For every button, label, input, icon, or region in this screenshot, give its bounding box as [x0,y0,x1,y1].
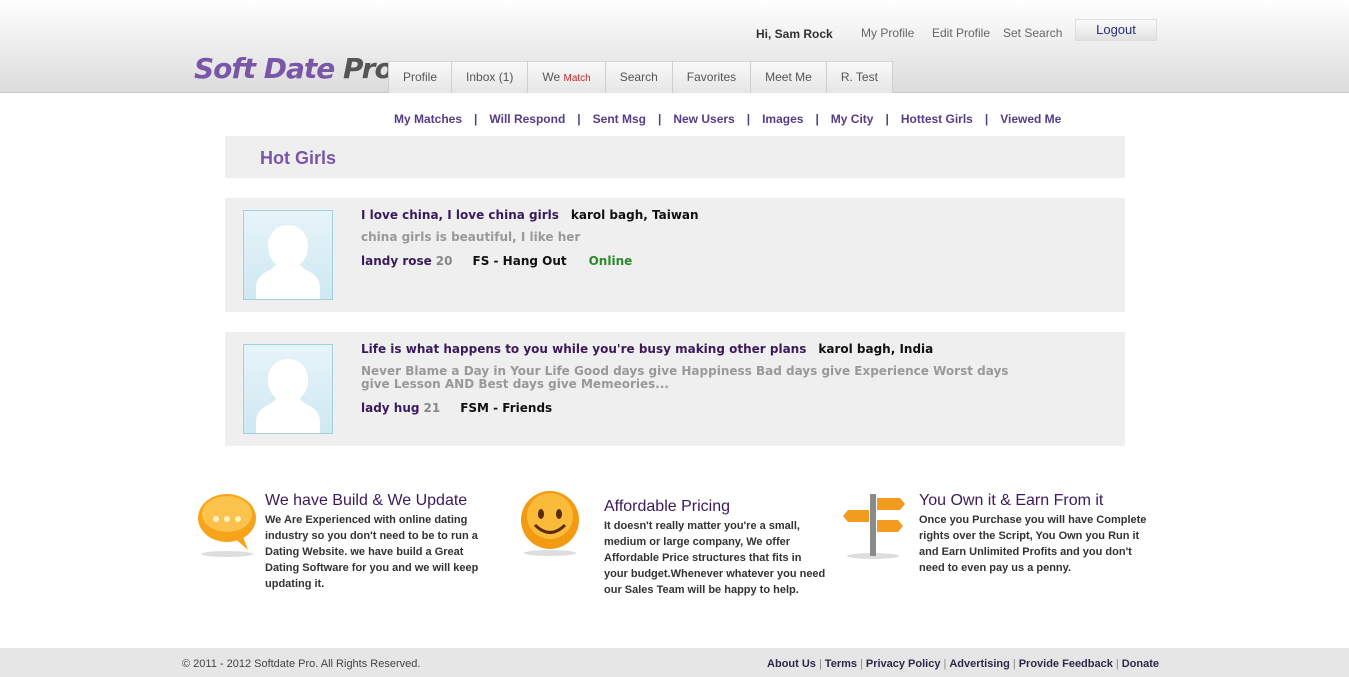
avatar[interactable] [243,210,333,300]
footer-link-terms[interactable]: Terms [825,658,857,670]
subnav-separator: | [746,112,751,126]
copyright-text: © 2011 - 2012 Softdate Pro. All Rights R… [182,658,421,670]
online-status: Online [588,254,633,268]
profile-description: Never Blame a Day in Your Life Good days… [361,364,1009,391]
profile-seeking: FS - Hang Out [472,254,567,268]
footer-separator: | [943,658,947,670]
feature-text: It doesn't really matter you're a small,… [604,520,826,596]
page-title: Hot Girls [260,148,337,168]
footer-separator: | [1012,658,1016,670]
feature-build-update: We have Build & We Update We Are Experie… [265,492,500,592]
profile-seeking: FSM - Friends [460,401,553,415]
tab-profile[interactable]: Profile [389,61,453,93]
profile-age: 20 [435,254,453,268]
speech-bubble-icon [198,494,256,557]
signpost-icon [843,494,905,559]
profile-card: Life is what happens to you while you're… [225,332,1125,446]
profile-meta: lady hug 21 FSM - Friends [361,401,552,415]
feature-own-earn: You Own it & Earn From it Once you Purch… [919,492,1159,576]
set-search-link[interactable]: Set Search [1003,26,1062,40]
feature-affordable-pricing: Affordable Pricing It doesn't really mat… [604,498,826,598]
feature-text: Once you Purchase you will have Complete… [919,514,1147,574]
footer-link-privacy-policy[interactable]: Privacy Policy [866,658,941,670]
tab-meet-me[interactable]: Meet Me [751,61,827,93]
feature-title: Affordable Pricing [604,498,730,515]
profile-headline[interactable]: I love china, I love china girls [361,208,559,222]
sub-navigation: My Matches | Will Respond | Sent Msg | New Use… [394,112,1061,126]
my-profile-link[interactable]: My Profile [861,26,914,40]
profile-headline-row: Life is what happens to you while you're… [361,342,933,356]
subnav-separator: | [815,112,819,126]
subnav-separator: | [984,112,989,126]
tab-we-match[interactable]: We Match [528,61,606,93]
page-title-bar: Hot Girls [225,136,1125,178]
profile-headline[interactable]: Life is what happens to you while you're… [361,342,806,356]
user-silhouette-icon [256,225,320,299]
tab-we-match-sub: Match [563,73,591,84]
site-header: Soft Date Pro Hi, Sam Rock My Profile Ed… [0,0,1349,93]
feature-title: We have Build & We Update [265,492,468,509]
subnav-hottest-girls[interactable]: Hottest Girls [901,112,973,126]
tab-r-test[interactable]: R. Test [826,61,893,93]
profile-location: karol bagh, Taiwan [570,208,699,222]
profile-headline-row: I love china, I love china girls karol ba… [361,208,699,222]
subnav-new-users[interactable]: New Users [673,112,734,126]
subnav-my-matches[interactable]: My Matches [394,112,462,126]
tab-inbox[interactable]: Inbox (1) [452,61,529,93]
avatar[interactable] [243,344,333,434]
tab-we-match-label: We [542,70,564,84]
profile-description: china girls is beautiful, I like her [361,230,581,244]
footer-separator: | [1115,658,1119,670]
footer-link-donate[interactable]: Donate [1122,658,1159,670]
subnav-my-city[interactable]: My City [831,112,874,126]
subnav-will-respond[interactable]: Will Respond [489,112,565,126]
logo-text: Soft Date [194,52,343,85]
subnav-separator: | [657,112,662,126]
profile-location: karol bagh, India [818,342,934,356]
tab-favorites[interactable]: Favorites [672,61,752,93]
subnav-separator: | [577,112,581,126]
main-tabs: Profile Inbox (1) We Match Search Favori… [388,61,893,93]
smiley-face-icon [521,491,579,556]
footer-separator: | [860,658,863,670]
profile-name[interactable]: lady hug [361,401,419,415]
site-footer: © 2011 - 2012 Softdate Pro. All Rights R… [0,648,1349,677]
site-logo[interactable]: Soft Date Pro [194,52,394,85]
user-silhouette-icon [256,359,320,433]
profile-name[interactable]: landy rose [361,254,432,268]
subnav-viewed-me[interactable]: Viewed Me [1000,112,1061,126]
user-greeting: Hi, Sam Rock [756,27,833,41]
footer-link-provide-feedback[interactable]: Provide Feedback [1019,658,1113,670]
subnav-images[interactable]: Images [762,112,803,126]
footer-link-about-us[interactable]: About Us [767,658,816,670]
profile-card: I love china, I love china girls karol ba… [225,198,1125,312]
footer-links: About Us | Terms | Privacy Policy | Advertisin… [767,658,1159,670]
logout-button[interactable]: Logout [1075,19,1157,41]
subnav-sent-msg[interactable]: Sent Msg [593,112,646,126]
subnav-separator: | [885,112,889,126]
logo-pro-text: Pro [342,52,394,85]
footer-separator: | [818,658,822,670]
edit-profile-link[interactable]: Edit Profile [932,26,990,40]
tab-search[interactable]: Search [605,61,673,93]
profile-meta: landy rose 20 FS - Hang Out Online [361,254,632,268]
feature-text: We Are Experienced with online dating in… [265,514,479,590]
feature-title: You Own it & Earn From it [919,492,1104,509]
subnav-separator: | [474,112,478,126]
footer-link-advertising[interactable]: Advertising [949,658,1010,670]
profile-age: 21 [423,401,441,415]
